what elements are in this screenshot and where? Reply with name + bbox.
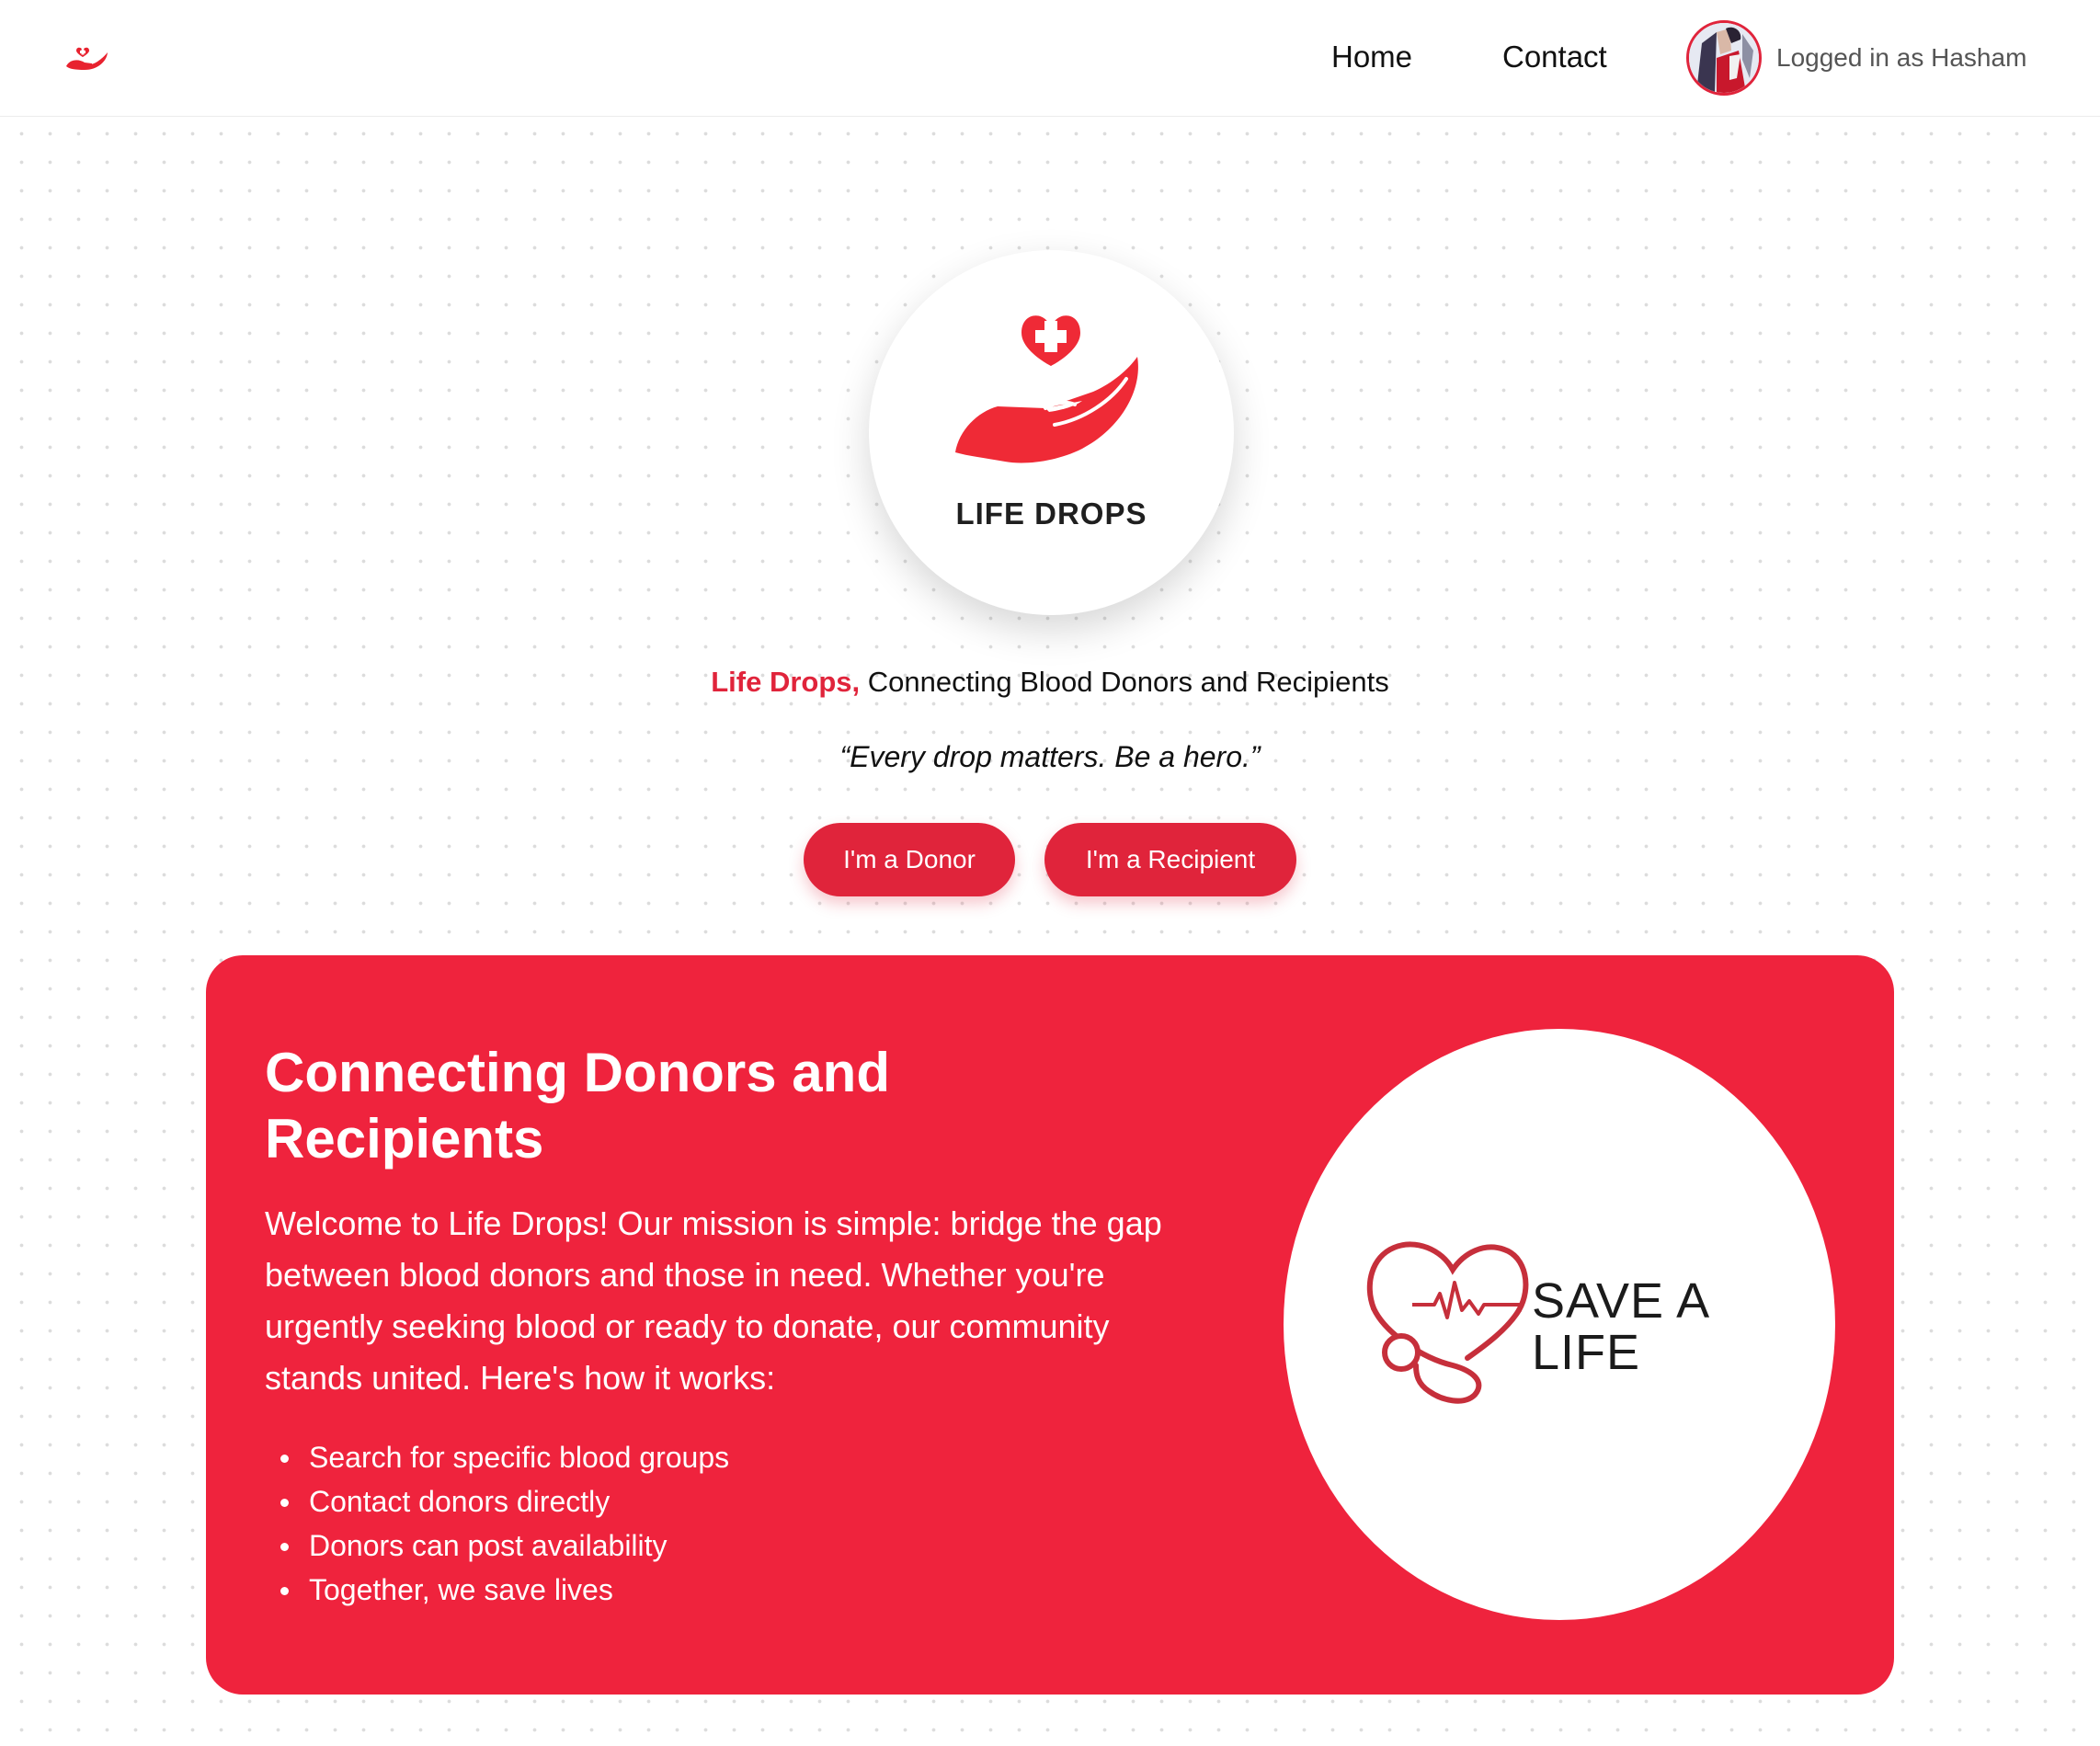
save-a-life-text: SAVE A LIFE (1532, 1273, 1708, 1380)
brand-name: Life Drops, (711, 666, 861, 698)
feature-list: Search for specific blood groups Contact… (265, 1435, 1092, 1612)
navbar: Home Contact Logged in as Hasham (0, 0, 2100, 117)
donor-button[interactable]: I'm a Donor (804, 823, 1015, 896)
list-item: Search for specific blood groups (265, 1435, 1092, 1479)
card-title: Connecting Donors and Recipients (265, 1042, 890, 1170)
save-a-life-image: SAVE A LIFE (1284, 1029, 1835, 1620)
tagline-text: Connecting Blood Donors and Recipients (867, 666, 1389, 698)
card-body: Welcome to Life Drops! Our mission is si… (265, 1204, 1162, 1397)
hero-logo-text: LIFE DROPS (955, 496, 1147, 531)
hero-logo: LIFE DROPS (869, 250, 1234, 615)
heart-stethoscope-icon (1366, 1241, 1529, 1404)
list-item: Donors can post availability (265, 1523, 1092, 1568)
logged-in-user-label: Logged in as Hasham (1776, 43, 2027, 72)
heart-hand-icon[interactable] (61, 33, 112, 75)
hero-quote: “Every drop matters. Be a hero.” (839, 740, 1261, 773)
list-item: Contact donors directly (265, 1479, 1092, 1523)
list-item: Together, we save lives (265, 1568, 1092, 1612)
heart-hand-logo (955, 315, 1138, 463)
recipient-button[interactable]: I'm a Recipient (1044, 823, 1296, 896)
user-avatar[interactable] (1686, 20, 1762, 96)
hero-tagline: Life Drops, Connecting Blood Donors and … (0, 662, 2100, 702)
nav-contact-link[interactable]: Contact (1502, 39, 1607, 75)
nav-home-link[interactable]: Home (1331, 39, 1412, 75)
info-card: Connecting Donors and Recipients Welcome… (206, 955, 1894, 1695)
